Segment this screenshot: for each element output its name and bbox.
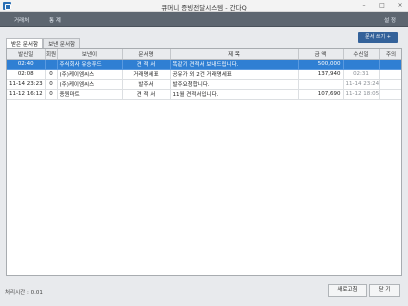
cell-amount: 107,690 bbox=[298, 89, 344, 100]
cell-received: 11-14 23:24 bbox=[343, 79, 380, 90]
cell-subject: 똑같기 견적서 보내드립니다. bbox=[170, 59, 299, 70]
cell-sent: 02:40 bbox=[7, 59, 46, 70]
tab-sent[interactable]: 보낸 문서함 bbox=[43, 38, 81, 48]
cell-note bbox=[379, 69, 401, 80]
window-title: 큐머니 증빙전달시스템 - 간다Q bbox=[161, 4, 247, 12]
menu-bar: 거래처 통 계 설 정 bbox=[0, 12, 408, 27]
cell-sender: 종원마트 bbox=[57, 89, 123, 100]
cell-subject: 11월 견적서입니다. bbox=[170, 89, 299, 100]
col-header-member[interactable]: 회원 bbox=[45, 49, 58, 60]
col-header-doc[interactable]: 문서명 bbox=[122, 49, 171, 60]
cell-received: 11-12 18:05 bbox=[343, 89, 380, 100]
title-bar: 큐머니 증빙전달시스템 - 간다Q – □ × bbox=[0, 0, 408, 12]
cell-doc: 견 적 서 bbox=[122, 59, 171, 70]
cell-doc: 거래명세표 bbox=[122, 69, 171, 80]
cell-sender: 주식회사 유승푸드 bbox=[57, 59, 123, 70]
refresh-button[interactable]: 새로고침 bbox=[328, 284, 367, 297]
cell-sender: (주)케이엠씨스 bbox=[57, 69, 123, 80]
status-bar: 처리시간 : 0.01 새로고침 닫 기 bbox=[0, 280, 408, 306]
cell-doc: 견 적 서 bbox=[122, 89, 171, 100]
cell-note bbox=[379, 89, 401, 100]
close-button[interactable]: 닫 기 bbox=[369, 284, 400, 297]
cell-sender: (주)케이엠씨스 bbox=[57, 79, 123, 90]
col-header-received[interactable]: 수신일 bbox=[343, 49, 380, 60]
table-row[interactable]: 02:08 0 (주)케이엠씨스 거래명세표 공유가 외 2건 거래명세표 13… bbox=[7, 69, 401, 80]
maximize-icon[interactable]: □ bbox=[378, 1, 386, 10]
cell-received: 02:31 bbox=[343, 69, 380, 80]
cell-note bbox=[379, 79, 401, 90]
col-header-amount[interactable]: 금 액 bbox=[298, 49, 344, 60]
document-grid: 발신일 회원 보낸이 문서명 제 목 금 액 수신일 주의 02:40 주식회사… bbox=[6, 48, 402, 276]
cell-subject: 발주요청합니다. bbox=[170, 79, 299, 90]
compose-document-button[interactable]: 문서 쓰기 + bbox=[358, 32, 398, 43]
cell-amount bbox=[298, 79, 344, 90]
col-header-sent[interactable]: 발신일 bbox=[7, 49, 46, 60]
mailbox-tabs: 받은 문서함 보낸 문서함 bbox=[6, 38, 81, 48]
cell-note bbox=[379, 59, 401, 70]
cell-subject: 공유가 외 2건 거래명세표 bbox=[170, 69, 299, 80]
cell-sent: 02:08 bbox=[7, 69, 46, 80]
col-header-sender[interactable]: 보낸이 bbox=[57, 49, 123, 60]
tab-inbox[interactable]: 받은 문서함 bbox=[6, 38, 44, 48]
cell-member: 0 bbox=[45, 69, 58, 80]
cell-sent: 11-14 23:23 bbox=[7, 79, 46, 90]
cell-doc: 발주서 bbox=[122, 79, 171, 90]
menu-item-settings[interactable]: 설 정 bbox=[384, 16, 396, 24]
table-row[interactable]: 11-14 23:23 0 (주)케이엠씨스 발주서 발주요청합니다. 11-1… bbox=[7, 79, 401, 90]
cell-member: 0 bbox=[45, 89, 58, 100]
table-row[interactable]: 11-12 16:12 0 종원마트 견 적 서 11월 견적서입니다. 107… bbox=[7, 89, 401, 100]
cell-member bbox=[45, 59, 58, 70]
col-header-note[interactable]: 주의 bbox=[379, 49, 401, 60]
cell-received bbox=[343, 59, 380, 70]
cell-amount: 137,940 bbox=[298, 69, 344, 80]
minimize-icon[interactable]: – bbox=[360, 1, 368, 10]
table-row[interactable]: 02:40 주식회사 유승푸드 견 적 서 똑같기 견적서 보내드립니다. 50… bbox=[7, 59, 401, 70]
close-icon[interactable]: × bbox=[396, 1, 404, 10]
cell-sent: 11-12 16:12 bbox=[7, 89, 46, 100]
menu-item-address[interactable]: 거래처 bbox=[14, 16, 29, 24]
window-controls: – □ × bbox=[360, 1, 404, 10]
processing-time-label: 처리시간 : 0.01 bbox=[5, 290, 43, 296]
col-header-subject[interactable]: 제 목 bbox=[170, 49, 299, 60]
menu-item-stats[interactable]: 통 계 bbox=[49, 16, 61, 24]
cell-member: 0 bbox=[45, 79, 58, 90]
table-header-row: 발신일 회원 보낸이 문서명 제 목 금 액 수신일 주의 bbox=[7, 49, 401, 60]
cell-amount: 500,000 bbox=[298, 59, 344, 70]
